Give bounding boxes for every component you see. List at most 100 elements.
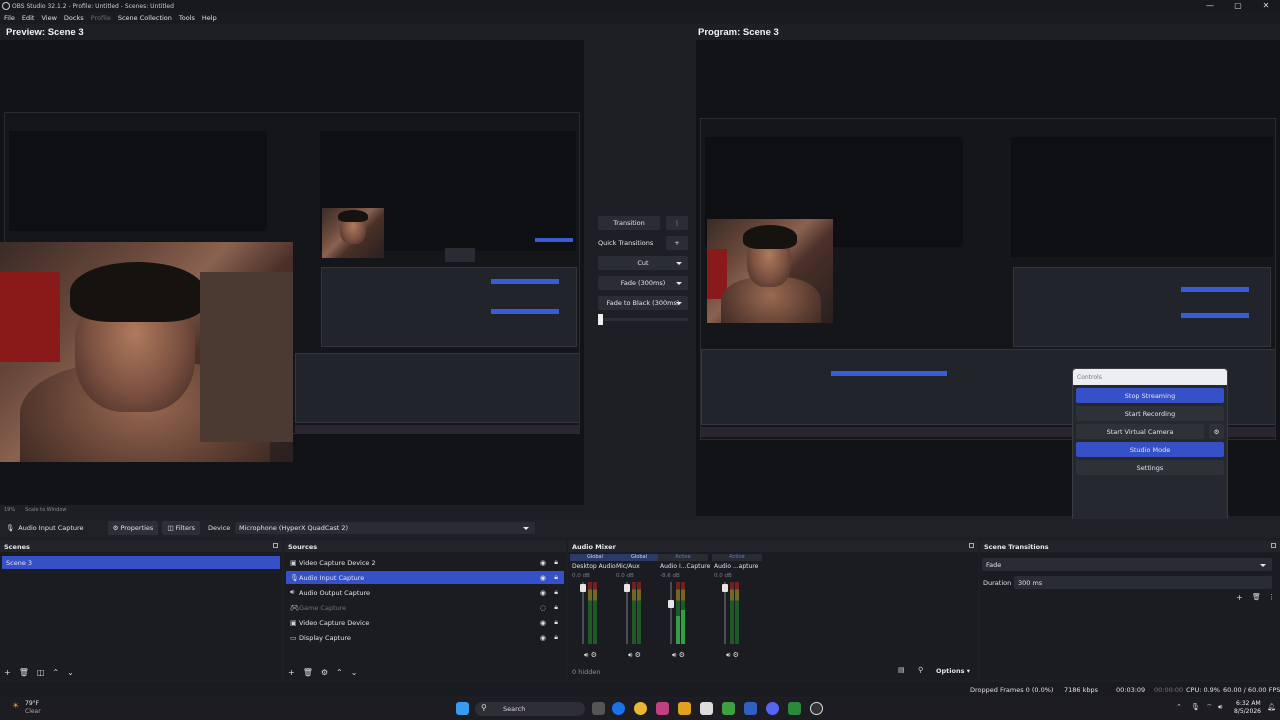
transition-slider[interactable] bbox=[598, 314, 688, 325]
device-select[interactable]: Microphone (HyperX QuadCast 2) bbox=[235, 522, 535, 534]
menu-file[interactable]: File bbox=[4, 14, 15, 22]
properties-button[interactable]: ⚙ Properties bbox=[107, 521, 159, 535]
add-scene-icon[interactable]: + bbox=[4, 668, 11, 677]
visibility-icon[interactable]: ◉ bbox=[540, 589, 546, 597]
volume-fader[interactable] bbox=[580, 582, 586, 644]
clock-time[interactable]: 6:32 AM bbox=[1236, 700, 1261, 707]
mixer-options-button[interactable]: Options ▾ bbox=[936, 667, 970, 675]
move-down-icon[interactable]: ⌄ bbox=[351, 668, 358, 677]
source-row[interactable]: ▣ Video Capture Device 2 ◉ 🔒︎ bbox=[286, 556, 564, 569]
channel-tag: Active bbox=[712, 554, 762, 561]
add-transition-icon[interactable]: + bbox=[1236, 593, 1243, 602]
transition-slider-handle[interactable] bbox=[598, 314, 603, 325]
studio-mode-button[interactable]: Studio Mode bbox=[1076, 442, 1224, 457]
mute-icon[interactable]: 🔊︎ ⚙ bbox=[628, 651, 641, 660]
volume-fader[interactable] bbox=[624, 582, 630, 644]
minimize-button[interactable]: — bbox=[1196, 0, 1224, 12]
virtual-camera-settings-icon[interactable]: ⚙ bbox=[1209, 424, 1224, 439]
lock-icon[interactable]: 🔒︎ bbox=[554, 633, 558, 642]
add-quick-transition-icon[interactable]: + bbox=[666, 236, 688, 250]
notepad-icon[interactable] bbox=[700, 702, 713, 715]
start-recording-button[interactable]: Start Recording bbox=[1076, 406, 1224, 421]
xbox-icon[interactable] bbox=[788, 702, 801, 715]
remove-transition-icon[interactable]: 🗑 bbox=[1252, 593, 1261, 601]
edge-icon[interactable] bbox=[612, 702, 625, 715]
transition-button[interactable]: Transition bbox=[598, 216, 660, 230]
settings-button[interactable]: Settings bbox=[1076, 460, 1224, 475]
source-row[interactable]: 🔊︎ Audio Output Capture ◉ 🔒︎ bbox=[286, 586, 564, 599]
add-source-icon[interactable]: + bbox=[288, 668, 295, 677]
filters-button[interactable]: ◫ Filters bbox=[162, 521, 201, 535]
stop-streaming-button[interactable]: Stop Streaming bbox=[1076, 388, 1224, 403]
menu-profile[interactable]: Profile bbox=[91, 14, 111, 22]
duration-input[interactable]: 300 ms bbox=[1014, 576, 1272, 589]
obs-icon[interactable] bbox=[810, 702, 823, 715]
remove-source-icon[interactable]: 🗑 bbox=[303, 668, 313, 677]
file-explorer-icon[interactable] bbox=[678, 702, 691, 715]
taskbar-search[interactable]: Search bbox=[475, 702, 585, 716]
source-properties-icon[interactable]: ⚙ bbox=[321, 668, 328, 677]
steam-icon[interactable] bbox=[744, 702, 757, 715]
hidden-icon[interactable]: ◌ bbox=[540, 604, 546, 612]
start-virtual-camera-button[interactable]: Start Virtual Camera bbox=[1076, 424, 1204, 439]
visibility-icon[interactable]: ◉ bbox=[540, 574, 546, 582]
menu-view[interactable]: View bbox=[41, 14, 56, 22]
mute-icon[interactable]: 🔊︎ ⚙ bbox=[584, 651, 597, 660]
lock-icon[interactable]: 🔒︎ bbox=[554, 573, 558, 582]
transition-select[interactable]: Fade bbox=[982, 558, 1272, 571]
volume-fader[interactable] bbox=[668, 582, 674, 644]
move-down-icon[interactable]: ⌄ bbox=[67, 668, 74, 677]
undock-icon[interactable] bbox=[969, 543, 974, 548]
close-button[interactable]: ✕ bbox=[1252, 0, 1280, 12]
fade-black-transition-button[interactable]: Fade to Black (300ms) bbox=[598, 296, 688, 310]
start-icon[interactable] bbox=[456, 702, 469, 715]
move-up-icon[interactable]: ⌃ bbox=[336, 668, 343, 677]
fade-transition-button[interactable]: Fade (300ms) bbox=[598, 276, 688, 290]
undock-icon[interactable] bbox=[273, 543, 278, 548]
lock-icon[interactable]: 🔒︎ bbox=[554, 588, 558, 597]
menu-docks[interactable]: Docks bbox=[64, 14, 84, 22]
source-row[interactable]: 🎙 Audio Input Capture ◉ 🔒︎ bbox=[286, 571, 564, 584]
mute-icon[interactable]: 🔊︎ ⚙ bbox=[726, 651, 739, 660]
transition-more-icon[interactable]: ⋮ bbox=[666, 216, 688, 230]
nvidia-icon[interactable] bbox=[722, 702, 735, 715]
scale-mode[interactable]: Scale to Window bbox=[25, 507, 66, 513]
scene-filters-icon[interactable]: ◫ bbox=[37, 668, 45, 677]
scene-item[interactable]: Scene 3 bbox=[2, 556, 280, 569]
move-up-icon[interactable]: ⌃ bbox=[52, 668, 59, 677]
mixer-link-icon[interactable]: ⚲ bbox=[918, 666, 923, 674]
visibility-icon[interactable]: ◉ bbox=[540, 634, 546, 642]
menu-scene-collection[interactable]: Scene Collection bbox=[118, 14, 172, 22]
wifi-icon[interactable]: ⌔ bbox=[1206, 703, 1213, 712]
app-icon[interactable] bbox=[656, 702, 669, 715]
chrome-icon[interactable] bbox=[634, 702, 647, 715]
menu-help[interactable]: Help bbox=[202, 14, 217, 22]
menu-edit[interactable]: Edit bbox=[22, 14, 35, 22]
preview-canvas[interactable] bbox=[0, 40, 584, 505]
weather-temp[interactable]: 79°F bbox=[25, 700, 39, 707]
zoom-level[interactable]: 19% bbox=[4, 507, 15, 513]
remove-scene-icon[interactable]: 🗑 bbox=[19, 668, 29, 677]
visibility-icon[interactable]: ◉ bbox=[540, 619, 546, 627]
notification-icon[interactable]: 🔔︎ bbox=[1267, 703, 1276, 711]
maximize-button[interactable]: ▢ bbox=[1224, 0, 1252, 12]
cut-transition-button[interactable]: Cut bbox=[598, 256, 688, 270]
source-row[interactable]: 🎮︎ Game Capture ◌ 🔒︎ bbox=[286, 601, 564, 614]
task-view-icon[interactable] bbox=[592, 702, 605, 715]
transition-more-icon[interactable]: ⋮ bbox=[1268, 593, 1275, 601]
undock-icon[interactable] bbox=[1271, 543, 1276, 548]
menu-tools[interactable]: Tools bbox=[179, 14, 195, 22]
tray-chevron-icon[interactable]: ⌃ bbox=[1176, 703, 1182, 711]
source-row[interactable]: ▭ Display Capture ◉ 🔒︎ bbox=[286, 631, 564, 644]
mic-tray-icon[interactable]: 🎙 bbox=[1191, 703, 1200, 711]
lock-icon[interactable]: 🔒︎ bbox=[554, 558, 558, 567]
source-row[interactable]: ▣ Video Capture Device ◉ 🔒︎ bbox=[286, 616, 564, 629]
volume-icon[interactable]: 🔊︎ bbox=[1218, 703, 1222, 712]
mixer-layout-icon[interactable]: ▤ bbox=[898, 666, 905, 674]
lock-icon[interactable]: 🔒︎ bbox=[554, 618, 558, 627]
discord-icon[interactable] bbox=[766, 702, 779, 715]
visibility-icon[interactable]: ◉ bbox=[540, 559, 546, 567]
lock-icon[interactable]: 🔒︎ bbox=[554, 603, 558, 612]
mute-icon[interactable]: 🔊︎ ⚙ bbox=[672, 651, 685, 660]
volume-fader[interactable] bbox=[722, 582, 728, 644]
